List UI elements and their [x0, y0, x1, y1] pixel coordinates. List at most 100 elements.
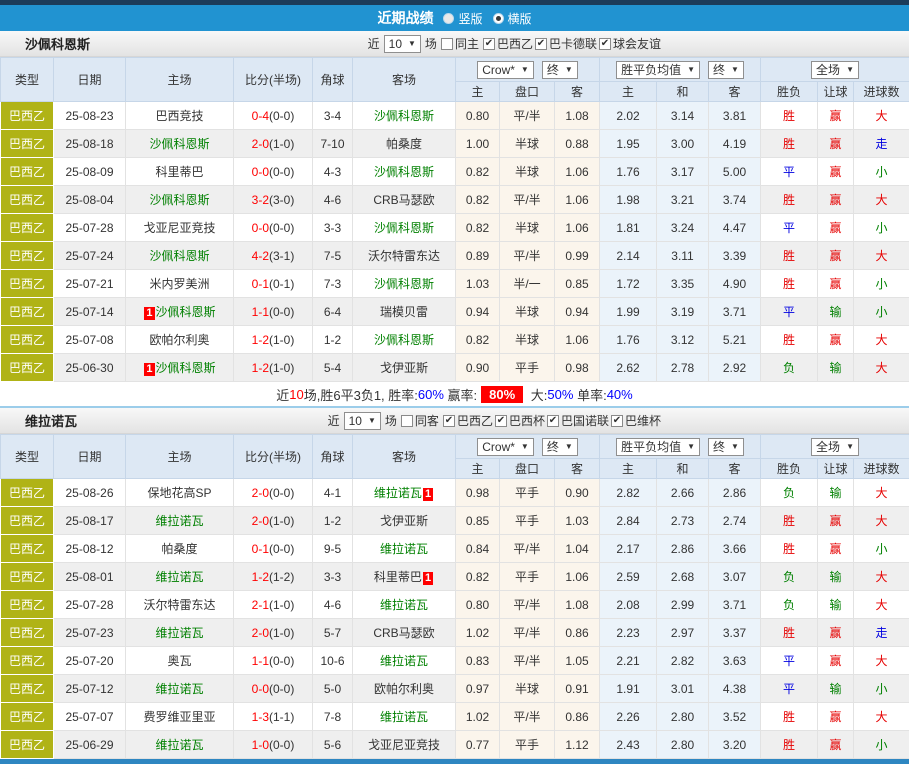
- handicap-result-cell: 赢: [818, 158, 854, 186]
- away-team-name: 维拉诺瓦: [374, 486, 422, 500]
- radio-label: 横版: [508, 10, 532, 27]
- summary-segment: 10: [289, 387, 303, 402]
- avg-select[interactable]: 胜平负均值 ▼: [616, 61, 700, 79]
- league-checkbox[interactable]: [535, 38, 547, 50]
- odds-home-cell: 0.82: [456, 214, 500, 242]
- avg-select[interactable]: 胜平负均值 ▼: [616, 438, 700, 456]
- league-checkbox[interactable]: [599, 38, 611, 50]
- radio-icon[interactable]: [443, 13, 454, 24]
- corner-cell: 5-7: [313, 619, 353, 647]
- filter-leagues: 巴西乙巴卡德联球会友谊: [483, 35, 661, 52]
- away-team-cell: 戈亚尼亚竞技: [353, 731, 456, 759]
- league-checkbox[interactable]: [483, 38, 495, 50]
- home-team-name: 费罗维亚里亚: [143, 710, 215, 724]
- matches-table: 类型 日期 主场 比分(半场) 角球 客场 Crow* ▼ 终: [0, 57, 909, 382]
- result-value: 平: [783, 305, 795, 319]
- avg-away-cell: 3.37: [709, 619, 761, 647]
- sub-header-odds-home: 主: [456, 459, 500, 479]
- result-value: 大: [876, 193, 888, 207]
- result-value: 胜: [783, 626, 795, 640]
- halftime-score: (0-1): [269, 277, 294, 291]
- scope-select[interactable]: 全场 ▼: [811, 61, 859, 79]
- radio-label: 竖版: [458, 10, 482, 27]
- league-type-cell: 巴西乙: [1, 703, 54, 731]
- away-team-cell: 沙佩科恩斯: [353, 158, 456, 186]
- summary-segment: 80%: [481, 386, 523, 403]
- league-checkbox[interactable]: [611, 415, 623, 427]
- home-team-cell: 费罗维亚里亚: [126, 703, 234, 731]
- date-cell: 25-08-17: [54, 507, 126, 535]
- scope-select[interactable]: 全场 ▼: [811, 438, 859, 456]
- corner-cell: 7-5: [313, 242, 353, 270]
- layout-radio-vertical[interactable]: 竖版: [443, 10, 482, 27]
- sub-header-avg-away: 客: [709, 459, 761, 479]
- avg-draw-cell: 2.99: [657, 591, 709, 619]
- odds-home-cell: 0.77: [456, 731, 500, 759]
- sub-header-result: 胜负: [761, 459, 818, 479]
- league-filter: 巴维杯: [611, 412, 661, 429]
- avg-draw-cell: 3.17: [657, 158, 709, 186]
- goals-result-cell: 大: [854, 479, 909, 507]
- league-checkbox[interactable]: [547, 415, 559, 427]
- corner-cell: 9-5: [313, 535, 353, 563]
- date-cell: 25-08-12: [54, 535, 126, 563]
- result-value: 胜: [783, 277, 795, 291]
- result-cell: 胜: [761, 242, 818, 270]
- league-filter: 巴国诺联: [547, 412, 609, 429]
- avg-home-cell: 2.26: [600, 703, 657, 731]
- handicap-result-cell: 赢: [818, 102, 854, 130]
- home-team-name: 科里蒂巴: [155, 165, 203, 179]
- avg-draw-cell: 2.66: [657, 479, 709, 507]
- same-venue-checkbox[interactable]: [441, 38, 453, 50]
- league-label: 巴西杯: [509, 412, 545, 429]
- goals-result-cell: 大: [854, 354, 909, 382]
- odds-home-cell: 0.97: [456, 675, 500, 703]
- filter-leagues: 巴西乙巴西杯巴国诺联巴维杯: [443, 412, 661, 429]
- chevron-down-icon: ▼: [846, 63, 854, 77]
- score-cell: 1-2(1-0): [234, 354, 313, 382]
- result-value: 大: [876, 333, 888, 347]
- team-band: 沙佩科恩斯 近 10 ▼ 场 同主 巴西乙巴卡德联球会友谊: [0, 31, 909, 57]
- handicap-cell: 平手: [500, 563, 555, 591]
- score-cell: 1-0(0-0): [234, 731, 313, 759]
- odds-company-value: Crow*: [482, 440, 515, 454]
- odds-company-select[interactable]: Crow* ▼: [477, 438, 534, 456]
- avg-home-cell: 2.43: [600, 731, 657, 759]
- result-cell: 胜: [761, 703, 818, 731]
- odds-away-cell: 1.05: [555, 647, 600, 675]
- odds-company-select[interactable]: Crow* ▼: [477, 61, 534, 79]
- result-cell: 胜: [761, 619, 818, 647]
- score-cell: 3-2(3-0): [234, 186, 313, 214]
- same-venue-checkbox[interactable]: [401, 415, 413, 427]
- avg-value: 胜平负均值: [621, 63, 681, 77]
- avg-stage-select[interactable]: 终 ▼: [708, 61, 744, 79]
- result-cell: 平: [761, 647, 818, 675]
- odds-stage-select[interactable]: 终 ▼: [542, 61, 578, 79]
- result-cell: 胜: [761, 102, 818, 130]
- radio-selected-icon[interactable]: [493, 13, 504, 24]
- odds-away-cell: 0.85: [555, 270, 600, 298]
- avg-stage-select[interactable]: 终 ▼: [708, 438, 744, 456]
- fulltime-score: 0-1: [252, 542, 269, 556]
- home-team-cell: 欧帕尔利奥: [126, 326, 234, 354]
- result-value: 负: [783, 570, 795, 584]
- league-type-cell: 巴西乙: [1, 591, 54, 619]
- league-checkbox[interactable]: [495, 415, 507, 427]
- match-count-select[interactable]: 10 ▼: [384, 35, 421, 53]
- fulltime-score: 1-2: [252, 570, 269, 584]
- away-team-cell: 维拉诺瓦: [353, 591, 456, 619]
- away-team-name: 帕桑度: [386, 137, 422, 151]
- league-checkbox[interactable]: [443, 415, 455, 427]
- fulltime-score: 0-0: [252, 682, 269, 696]
- scope-group-header: 全场 ▼: [761, 435, 909, 459]
- league-type-cell: 巴西乙: [1, 186, 54, 214]
- match-count-select[interactable]: 10 ▼: [344, 412, 381, 430]
- league-type-cell: 巴西乙: [1, 354, 54, 382]
- result-value: 胜: [783, 193, 795, 207]
- avg-away-cell: 3.74: [709, 186, 761, 214]
- result-cell: 平: [761, 158, 818, 186]
- layout-radio-horizontal[interactable]: 横版: [493, 10, 532, 27]
- fulltime-score: 1-1: [252, 305, 269, 319]
- odds-stage-select[interactable]: 终 ▼: [542, 438, 578, 456]
- league-filter: 巴西乙: [483, 35, 533, 52]
